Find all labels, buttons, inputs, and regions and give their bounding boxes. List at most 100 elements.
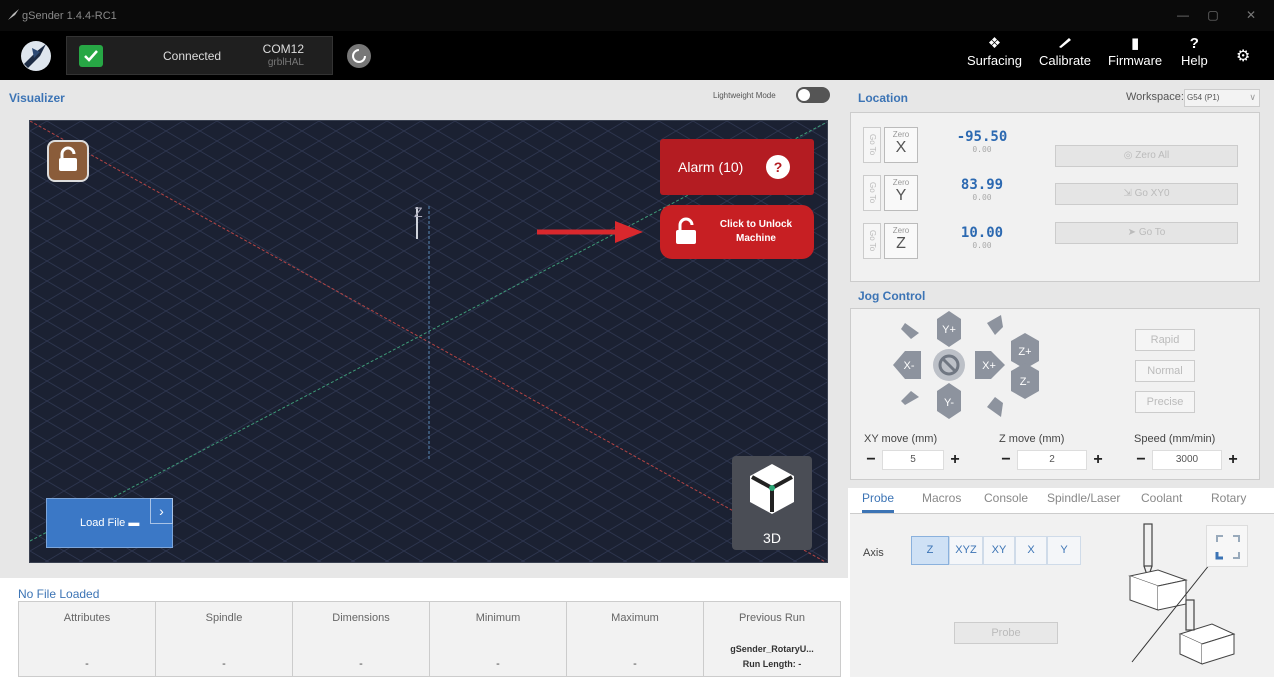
view-cube-button[interactable]: 3D xyxy=(732,456,812,550)
go-to-button[interactable]: ➤ Go To xyxy=(1055,222,1238,244)
z-axis-marker: Z xyxy=(414,204,423,220)
top-navigation: Connected COM12 grblHAL ❖ Surfacing Cali… xyxy=(0,31,1274,80)
calibrate-button[interactable]: Calibrate xyxy=(1039,35,1091,68)
location-title: Location xyxy=(858,91,908,105)
tab-rotary[interactable]: Rotary xyxy=(1211,491,1246,505)
speed-input[interactable]: 3000 xyxy=(1152,450,1222,470)
help-icon: ? xyxy=(1189,35,1199,52)
jog-pad[interactable]: Y+ Y- X- X+ Z+ Z- xyxy=(891,311,1041,429)
app-icon xyxy=(8,9,19,20)
tab-spindle-laser[interactable]: Spindle/Laser xyxy=(1047,491,1120,505)
goto-y-button[interactable]: Go To xyxy=(863,175,881,211)
jog-control-title: Jog Control xyxy=(858,289,926,303)
goto-x-button[interactable]: Go To xyxy=(863,127,881,163)
load-file-button[interactable]: Load File ▬ › xyxy=(46,498,173,548)
z-move-stepper: − 2 + xyxy=(999,449,1105,471)
xy-decrement-button[interactable]: − xyxy=(864,451,878,469)
svg-text:Z+: Z+ xyxy=(1018,346,1031,358)
x-coordinate[interactable]: -95.50 0.00 xyxy=(947,129,1017,154)
alarm-label: Alarm (10) xyxy=(678,159,744,175)
visualizer-title: Visualizer xyxy=(9,91,65,105)
probe-axis-selector: Z XYZ XY X Y xyxy=(911,536,1081,565)
folder-icon: ▬ xyxy=(128,517,140,529)
svg-text:Z-: Z- xyxy=(1020,376,1031,388)
z-coordinate[interactable]: 10.00 0.00 xyxy=(947,225,1017,250)
tool-tabs: Probe Macros Console Spindle/Laser Coola… xyxy=(850,488,1274,514)
probe-axis-xyz-button[interactable]: XYZ xyxy=(949,536,983,565)
tab-coolant[interactable]: Coolant xyxy=(1141,491,1182,505)
workspace-select[interactable]: G54 (P1) ∨ xyxy=(1184,89,1260,107)
cube-icon xyxy=(750,464,794,514)
xy-move-input[interactable]: 5 xyxy=(882,450,944,470)
y-coordinate[interactable]: 83.99 0.00 xyxy=(947,177,1017,202)
alarm-banner[interactable]: Alarm (10) ? xyxy=(660,139,814,195)
svg-text:Y-: Y- xyxy=(944,397,954,409)
goto-z-button[interactable]: Go To xyxy=(863,223,881,259)
connected-check-icon xyxy=(79,45,103,67)
unlock-machine-button[interactable]: Click to Unlock Machine xyxy=(660,205,814,259)
xy-move-label: XY move (mm) xyxy=(864,433,938,445)
file-info-column: Spindle - xyxy=(156,602,293,676)
connection-widget[interactable]: Connected COM12 grblHAL xyxy=(66,36,333,75)
z-move-input[interactable]: 2 xyxy=(1017,450,1087,470)
file-status: No File Loaded xyxy=(18,587,100,601)
unlock-icon xyxy=(676,217,696,244)
probe-axis-xy-button[interactable]: XY xyxy=(983,536,1015,565)
window-titlebar: gSender 1.4.4-RC1 — ▢ ✕ xyxy=(0,0,1274,31)
firmware-icon: ▮ xyxy=(1130,35,1140,52)
previous-run-column: Previous Run gSender_RotaryU... Run Leng… xyxy=(704,602,840,676)
zero-all-button[interactable]: ◎ Zero All xyxy=(1055,145,1238,167)
file-info-column: Attributes - xyxy=(19,602,156,676)
surfacing-icon: ❖ xyxy=(987,35,1002,52)
surfacing-label: Surfacing xyxy=(967,53,1022,68)
probe-axis-x-button[interactable]: X xyxy=(1015,536,1047,565)
zero-z-button[interactable]: Zero Z xyxy=(884,223,918,259)
rapid-button[interactable]: Rapid xyxy=(1135,329,1195,351)
help-button[interactable]: ? Help xyxy=(1181,35,1208,68)
file-info-column: Minimum - xyxy=(430,602,567,676)
zero-y-button[interactable]: Zero Y xyxy=(884,175,918,211)
lightweight-mode-label: Lightweight Mode xyxy=(713,91,776,100)
precise-button[interactable]: Precise xyxy=(1135,391,1195,413)
speed-label: Speed (mm/min) xyxy=(1134,433,1216,445)
tab-macros[interactable]: Macros xyxy=(922,491,961,505)
probe-expand-icon[interactable] xyxy=(1206,525,1248,567)
calibrate-label: Calibrate xyxy=(1039,53,1092,68)
lock-toggle-button[interactable] xyxy=(47,140,89,182)
unlock-line1: Click to Unlock xyxy=(719,219,793,230)
speed-increment-button[interactable]: + xyxy=(1226,451,1240,469)
speed-decrement-button[interactable]: − xyxy=(1134,451,1148,469)
reset-icon[interactable] xyxy=(347,44,371,68)
help-label: Help xyxy=(1181,53,1208,68)
jog-diagonal-icon xyxy=(987,397,1003,417)
tab-console[interactable]: Console xyxy=(984,491,1028,505)
close-button[interactable]: ✕ xyxy=(1244,8,1258,22)
svg-text:Y+: Y+ xyxy=(942,324,956,336)
unlock-icon xyxy=(59,146,77,171)
file-info-column: Dimensions - xyxy=(293,602,430,676)
jog-diagonal-icon xyxy=(901,391,919,405)
alarm-help-icon[interactable]: ? xyxy=(766,155,790,179)
xy-increment-button[interactable]: + xyxy=(948,451,962,469)
chevron-down-icon: ∨ xyxy=(1249,92,1256,102)
normal-button[interactable]: Normal xyxy=(1135,360,1195,382)
load-file-dropdown-chevron-icon[interactable]: › xyxy=(150,498,173,524)
z-decrement-button[interactable]: − xyxy=(999,451,1013,469)
probe-axis-y-button[interactable]: Y xyxy=(1047,536,1081,565)
probe-panel: Axis Z XYZ XY X Y Probe xyxy=(850,514,1274,677)
go-xy0-button[interactable]: ⇲ Go XY0 xyxy=(1055,183,1238,205)
xy-move-stepper: − 5 + xyxy=(864,449,962,471)
visualizer-canvas[interactable]: Z Alarm (10) ? Click to Unlock Machine L… xyxy=(29,120,828,563)
view-mode-label: 3D xyxy=(763,530,781,546)
settings-gear-icon[interactable]: ⚙ xyxy=(1236,46,1250,66)
minimize-button[interactable]: — xyxy=(1176,8,1190,22)
maximize-button[interactable]: ▢ xyxy=(1206,8,1220,22)
firmware-button[interactable]: ▮ Firmware xyxy=(1108,35,1162,68)
surfacing-button[interactable]: ❖ Surfacing xyxy=(967,35,1022,68)
lightweight-mode-toggle[interactable] xyxy=(796,87,830,103)
probe-button[interactable]: Probe xyxy=(954,622,1058,644)
probe-axis-z-button[interactable]: Z xyxy=(911,536,949,565)
zero-x-button[interactable]: Zero X xyxy=(884,127,918,163)
z-increment-button[interactable]: + xyxy=(1091,451,1105,469)
tab-probe[interactable]: Probe xyxy=(862,491,895,513)
